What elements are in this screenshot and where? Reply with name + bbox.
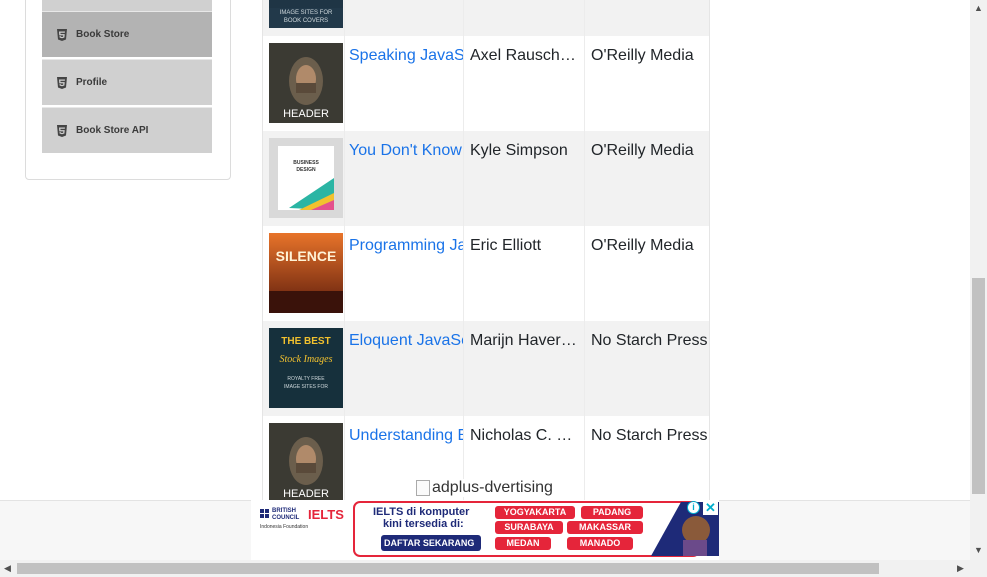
book-cover-image: IMAGE SITES FOR BOOK COVERS bbox=[269, 0, 343, 28]
book-cover-image: HEADER bbox=[269, 423, 343, 500]
book-cover-image: THE BEST Stock Images ROYALTY FREE IMAGE SI… bbox=[269, 328, 343, 408]
ad-city-tag: YOGYAKARTA bbox=[495, 506, 575, 519]
svg-text:IMAGE SITES FOR: IMAGE SITES FOR bbox=[284, 384, 328, 390]
title-cell: Speaking JavaScript bbox=[345, 36, 464, 131]
table-row: IMAGE SITES FOR BOOK COVERS bbox=[263, 0, 709, 36]
book-cover-image: BUSINESS DESIGN bbox=[269, 138, 343, 218]
ad-city-tag: SURABAYA bbox=[495, 521, 563, 534]
publisher-cell: No Starch Press bbox=[585, 416, 709, 500]
html5-icon bbox=[57, 28, 67, 41]
cover-cell: HEADER bbox=[263, 36, 345, 131]
sidebar-item-label: Book Store API bbox=[76, 125, 149, 136]
ad-info-icon[interactable]: i bbox=[687, 501, 700, 514]
cover-cell: HEADER bbox=[263, 416, 345, 500]
svg-text:THE BEST: THE BEST bbox=[281, 336, 330, 347]
title-cell: Eloquent JavaScript, Second Edition bbox=[345, 321, 464, 416]
book-author: Kyle Simpson bbox=[470, 142, 568, 159]
ad-cta-button[interactable]: DAFTAR SEKARANG bbox=[384, 538, 474, 548]
broken-image-icon bbox=[416, 480, 430, 496]
svg-text:SILENCE: SILENCE bbox=[276, 248, 337, 264]
author-cell bbox=[464, 0, 585, 36]
table-row: SILENCE Programming JavaScript Applicati… bbox=[263, 226, 709, 321]
svg-text:IMAGE SITES FOR: IMAGE SITES FOR bbox=[280, 10, 333, 16]
scroll-left-arrow-icon[interactable]: ◀ bbox=[4, 563, 11, 574]
book-publisher: O'Reilly Media bbox=[591, 47, 694, 64]
ad-headline-1: IELTS di komputer bbox=[373, 506, 470, 518]
author-cell: Marijn Haverbeke bbox=[464, 321, 585, 416]
ad-brand-ielts: IELTS bbox=[308, 507, 344, 522]
book-author: Nicholas C. Zakas bbox=[470, 427, 580, 444]
sidebar-item-book-store-api[interactable]: Book Store API bbox=[42, 107, 212, 153]
books-table: IMAGE SITES FOR BOOK COVERS HEADER Speaki… bbox=[262, 0, 710, 500]
book-title-link[interactable]: Understanding ECMAScript 6 bbox=[349, 427, 463, 445]
book-cover-image: SILENCE bbox=[269, 233, 343, 313]
book-cover-image: HEADER bbox=[269, 43, 343, 123]
sidebar-item-profile[interactable]: Profile bbox=[42, 59, 212, 105]
book-publisher: O'Reilly Media bbox=[591, 237, 694, 254]
ad-alt-text: adplus-dvertising bbox=[432, 479, 553, 496]
cover-cell: SILENCE bbox=[263, 226, 345, 321]
ad-banner[interactable]: BRITISH COUNCIL IELTS Indonesia Foundati… bbox=[251, 500, 719, 560]
vertical-scrollbar-thumb[interactable] bbox=[972, 278, 985, 494]
sidebar-item-book-store[interactable]: Book Store bbox=[42, 11, 212, 57]
author-cell: Eric Elliott bbox=[464, 226, 585, 321]
horizontal-scrollbar-thumb[interactable] bbox=[17, 563, 879, 574]
svg-text:DESIGN: DESIGN bbox=[296, 167, 316, 173]
svg-text:BUSINESS: BUSINESS bbox=[293, 160, 319, 166]
book-author: Marijn Haverbeke bbox=[470, 332, 580, 349]
svg-text:ROYALTY FREE: ROYALTY FREE bbox=[287, 376, 325, 382]
title-cell bbox=[345, 0, 464, 36]
publisher-cell: O'Reilly Media bbox=[585, 226, 709, 321]
table-row: HEADER Speaking JavaScript Axel Rauschma… bbox=[263, 36, 709, 131]
title-cell: Programming JavaScript Applications bbox=[345, 226, 464, 321]
book-publisher: O'Reilly Media bbox=[591, 142, 694, 159]
ad-broken-image: adplus-dvertising bbox=[416, 479, 553, 497]
scroll-down-arrow-icon[interactable]: ▼ bbox=[974, 545, 983, 555]
html5-icon bbox=[57, 124, 67, 137]
book-title-link[interactable]: Speaking JavaScript bbox=[349, 47, 463, 65]
publisher-cell: No Starch Press bbox=[585, 321, 709, 416]
book-title-link[interactable]: Programming JavaScript Applications bbox=[349, 237, 463, 255]
scroll-right-arrow-icon[interactable]: ▶ bbox=[957, 563, 964, 574]
ad-city-tag: PADANG bbox=[581, 506, 643, 519]
book-publisher: No Starch Press bbox=[591, 332, 708, 349]
html5-icon bbox=[57, 76, 67, 89]
ad-headline-2: kini tersedia di: bbox=[383, 518, 464, 530]
scroll-up-arrow-icon[interactable]: ▲ bbox=[974, 3, 983, 13]
publisher-cell: O'Reilly Media bbox=[585, 36, 709, 131]
publisher-cell bbox=[585, 0, 709, 36]
svg-text:HEADER: HEADER bbox=[283, 488, 329, 500]
svg-text:HEADER: HEADER bbox=[283, 108, 329, 120]
book-title-link[interactable]: Eloquent JavaScript, Second Edition bbox=[349, 332, 463, 350]
ad-city-tag: MANADO bbox=[567, 537, 633, 550]
table-row: BUSINESSDESIGN You Don't Know JS Kyle Si… bbox=[263, 131, 709, 226]
sidebar-item-previous[interactable] bbox=[42, 0, 212, 11]
svg-text:Stock Images: Stock Images bbox=[279, 354, 332, 365]
ad-brand-british-council: BRITISH COUNCIL bbox=[272, 508, 300, 521]
book-author: Eric Elliott bbox=[470, 237, 542, 254]
ad-city-tag: MEDAN bbox=[495, 537, 551, 550]
ad-foundation-text: Indonesia Foundation bbox=[260, 524, 309, 530]
cover-cell: BUSINESS DESIGN bbox=[263, 131, 345, 226]
book-title-link[interactable]: You Don't Know JS bbox=[349, 142, 463, 160]
author-cell: Axel Rauschmayer bbox=[464, 36, 585, 131]
table-row: THE BEST Stock Images ROYALTY FREE IMAGE SI… bbox=[263, 321, 709, 416]
svg-text:BOOK COVERS: BOOK COVERS bbox=[284, 18, 328, 24]
author-cell: Kyle Simpson bbox=[464, 131, 585, 226]
sidebar-item-label: Profile bbox=[76, 77, 108, 88]
publisher-cell: O'Reilly Media bbox=[585, 131, 709, 226]
title-cell: You Don't Know JS bbox=[345, 131, 464, 226]
cover-cell: IMAGE SITES FOR BOOK COVERS bbox=[263, 0, 345, 36]
sidebar-item-label: Book Store bbox=[76, 29, 130, 40]
book-author: Axel Rauschmayer bbox=[470, 47, 580, 64]
ad-close-icon[interactable]: ✕ bbox=[703, 500, 718, 515]
cover-cell: THE BEST Stock Images ROYALTY FREE IMAGE SI… bbox=[263, 321, 345, 416]
ad-city-tag: MAKASSAR bbox=[567, 521, 643, 534]
book-publisher: No Starch Press bbox=[591, 427, 708, 444]
